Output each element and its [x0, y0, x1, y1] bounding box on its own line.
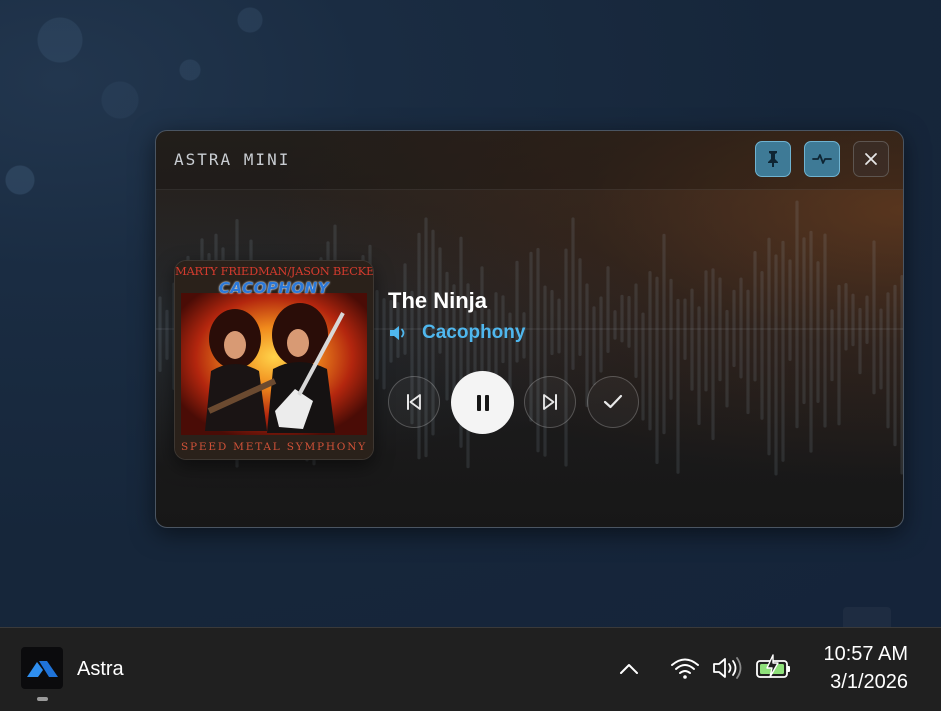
skip-previous-icon: [407, 394, 421, 410]
battery-button[interactable]: [753, 653, 793, 681]
pulse-icon: [812, 154, 832, 164]
pause-button[interactable]: [451, 371, 514, 434]
artist-name[interactable]: Cacophony: [422, 322, 525, 344]
chevron-up-icon: [620, 664, 638, 674]
pulse-button[interactable]: [804, 141, 840, 177]
pin-icon: [768, 151, 778, 167]
confirm-button[interactable]: [587, 376, 639, 428]
track-title: The Ninja: [388, 288, 488, 313]
astra-mini-window: ASTRA MINI MARTY FRIEDMAN/JASON BECKER C…: [155, 130, 904, 528]
taskbar-app-label[interactable]: Astra: [77, 658, 124, 681]
close-icon: [865, 153, 877, 165]
window-title: ASTRA MINI: [174, 150, 291, 169]
close-button[interactable]: [853, 141, 889, 177]
artist-row: Cacophony: [388, 322, 525, 344]
clock-time[interactable]: 10:57 AM: [823, 643, 908, 666]
battery-charging-icon: [756, 654, 790, 678]
next-button[interactable]: [524, 376, 576, 428]
taskbar: Astra 10:57 AM 3/1/2026: [0, 627, 941, 711]
show-hidden-icons-button[interactable]: [617, 658, 641, 680]
pause-icon: [476, 394, 489, 411]
volume-button[interactable]: [710, 655, 744, 681]
album-cover: MARTY FRIEDMAN/JASON BECKER CACOPHONY SP…: [174, 260, 374, 460]
cover-subtitle-text: SPEED METAL SYMPHONY: [181, 441, 367, 453]
volume-icon: [713, 657, 742, 679]
checkmark-icon: [603, 394, 623, 409]
previous-button[interactable]: [388, 376, 440, 428]
window-header: ASTRA MINI: [156, 131, 903, 190]
running-indicator: [37, 697, 48, 701]
speaker-icon: [390, 326, 405, 340]
cover-artist-text: MARTY FRIEDMAN/JASON BECKER: [175, 264, 374, 278]
cover-logo-text: CACOPHONY: [218, 279, 330, 297]
astra-logo-icon: [27, 661, 58, 677]
wifi-button[interactable]: [669, 655, 701, 681]
wifi-icon: [671, 658, 699, 679]
pin-button[interactable]: [755, 141, 791, 177]
astra-taskbar-button[interactable]: [21, 647, 63, 689]
skip-next-icon: [543, 394, 557, 410]
clock-date[interactable]: 3/1/2026: [830, 671, 908, 694]
desktop-hidden-button: [843, 607, 891, 627]
